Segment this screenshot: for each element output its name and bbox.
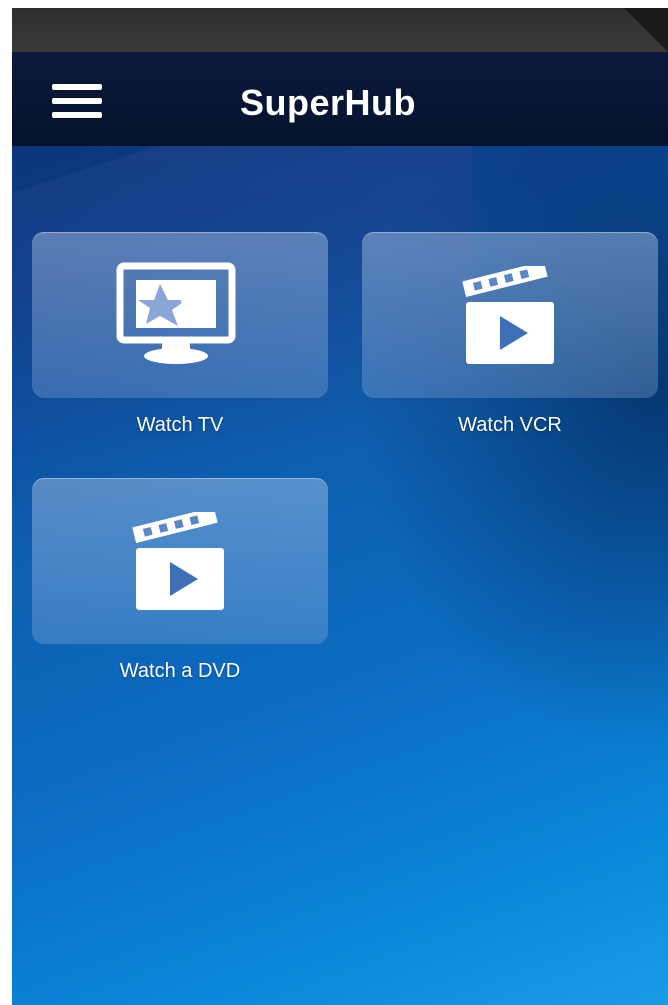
status-bar [12,8,668,52]
nav-bar: SuperHub [12,52,668,146]
hamburger-menu-icon[interactable] [52,84,104,124]
clapperboard-icon [132,512,224,610]
clapperboard-icon [462,266,554,364]
tv-icon [116,262,236,364]
watch-vcr-tile[interactable] [362,232,658,398]
watch-tv-label: Watch TV [136,414,224,436]
watch-dvd-label: Watch a DVD [119,660,241,682]
watch-dvd-tile[interactable] [32,478,328,644]
watch-tv-tile[interactable] [32,232,328,398]
app-title: SuperHub [240,82,417,123]
watch-vcr-label: Watch VCR [458,414,562,436]
app-screen: SuperHub Watch TV Watch VCR Watch a DVD [12,8,668,1005]
